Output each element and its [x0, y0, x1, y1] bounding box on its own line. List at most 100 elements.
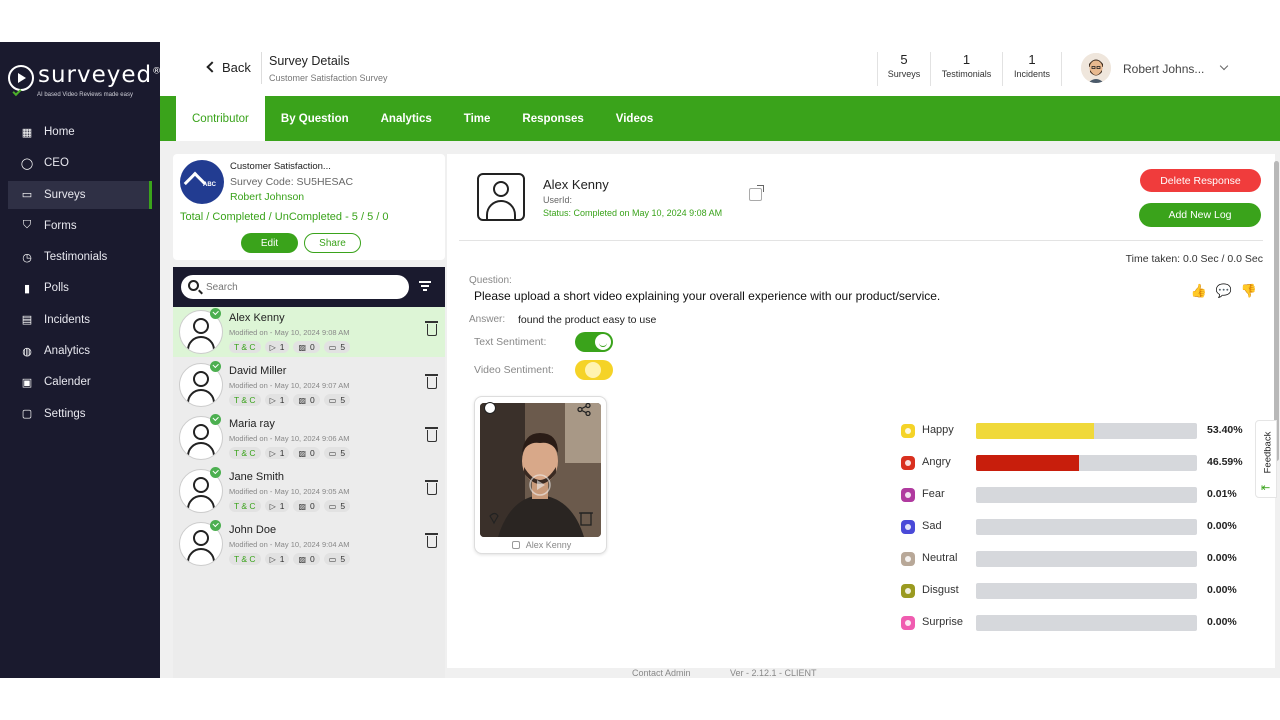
image-count-badge: ▨ 0 [293, 447, 320, 459]
comment-icon[interactable]: 💬 [1214, 281, 1234, 301]
sidebar-item-label: Analytics [44, 345, 91, 358]
survey-code: Survey Code: SU5HESAC [230, 176, 354, 188]
sidebar-item-label: Home [44, 126, 75, 138]
comment-icon: ▭ [328, 395, 337, 405]
contributor-modified: Modified on - May 10, 2024 9:07 AM [229, 381, 350, 390]
settings-icon: ▢ [21, 408, 33, 421]
search-input[interactable] [206, 279, 401, 295]
angry-emotion-icon [901, 456, 915, 470]
video-count: 1 [279, 554, 285, 564]
video-thumbnail[interactable] [480, 403, 601, 537]
contributor-row[interactable]: David Miller Modified on - May 10, 2024 9… [173, 360, 445, 410]
question-label: Question: [469, 275, 512, 286]
sidebar-item-surveys[interactable]: ▭ Surveys [8, 180, 152, 209]
contributor-tags: T & C ▷ 1 ▨ 0 ▭ 5 [229, 341, 351, 353]
emotion-label: Happy [922, 424, 954, 436]
filter-icon[interactable] [419, 281, 431, 291]
delete-icon[interactable] [425, 374, 438, 389]
sidebar-item-calender[interactable]: ▣ Calender [8, 368, 152, 396]
home-icon: ▦ [21, 126, 33, 139]
incidents-icon: ▤ [21, 314, 33, 327]
contact-admin-link[interactable]: Contact Admin [632, 668, 691, 678]
image-icon: ▨ [298, 395, 307, 405]
sidebar-item-polls[interactable]: ▮ Polls [8, 274, 152, 302]
delete-icon[interactable] [425, 533, 438, 548]
share-icon[interactable] [577, 402, 591, 417]
sidebar-item-label: Polls [44, 282, 69, 295]
sidebar-item-testimonials[interactable]: ◷ Testimonials [8, 243, 152, 271]
share-button[interactable]: Share [304, 233, 361, 253]
feedback-label: Feedback [1262, 431, 1274, 474]
contributor-modified: Modified on - May 10, 2024 9:05 AM [229, 487, 350, 496]
contributor-row[interactable]: Maria ray Modified on - May 10, 2024 9:06… [173, 413, 445, 463]
emotion-bar [976, 455, 1197, 471]
video-count: 1 [279, 448, 285, 458]
contributor-tags: T & C ▷ 1 ▨ 0 ▭ 5 [229, 394, 351, 406]
thumbs-down-icon[interactable]: 👎 [1239, 281, 1259, 301]
tab-by-question[interactable]: By Question [265, 96, 365, 141]
video-count-badge: ▷ 1 [264, 341, 290, 353]
scrollbar[interactable] [1274, 161, 1279, 461]
video-card[interactable]: Alex Kenny [474, 396, 607, 554]
company-logo: ABC [180, 160, 224, 204]
stat-surveys[interactable]: 5 Surveys [877, 52, 930, 86]
video-count: 1 [279, 342, 285, 352]
tab-time[interactable]: Time [448, 96, 507, 141]
feedback-tab[interactable]: Feedback ⇤ [1255, 420, 1277, 498]
stat-incidents[interactable]: 1 Incidents [1002, 52, 1062, 86]
delete-icon[interactable] [425, 480, 438, 495]
contributor-row[interactable]: Alex Kenny Modified on - May 10, 2024 9:0… [173, 307, 445, 357]
sidebar-item-analytics[interactable]: ◍ Analytics [8, 337, 152, 365]
sidebar-item-incidents[interactable]: ▤ Incidents [8, 306, 152, 334]
chevron-down-icon[interactable] [1219, 61, 1229, 71]
emotion-bar [976, 423, 1197, 439]
sidebar-item-ceo[interactable]: ◯ CEO [8, 149, 152, 177]
user-placeholder-icon [477, 173, 525, 221]
external-link-icon[interactable] [749, 185, 764, 201]
video-count-badge: ▷ 1 [264, 447, 290, 459]
comment-icon: ▭ [328, 342, 337, 352]
image-count-badge: ▨ 0 [293, 500, 320, 512]
tab-contributor[interactable]: Contributor [176, 96, 265, 141]
user-avatar[interactable] [1081, 53, 1111, 83]
delete-response-button[interactable]: Delete Response [1140, 169, 1261, 192]
tab-videos[interactable]: Videos [600, 96, 670, 141]
contributor-tags: T & C ▷ 1 ▨ 0 ▭ 5 [229, 553, 351, 565]
stat-incidents-count: 1 [1028, 52, 1036, 67]
add-new-log-button[interactable]: Add New Log [1139, 203, 1261, 227]
emotion-label: Disgust [922, 584, 959, 596]
contributor-name: Maria ray [229, 418, 275, 430]
edit-button[interactable]: Edit [241, 233, 298, 253]
back-button[interactable]: Back [206, 60, 251, 75]
tc-badge: T & C [229, 447, 261, 459]
image-count-badge: ▨ 0 [293, 553, 320, 565]
search-box[interactable] [181, 275, 409, 299]
sidebar-item-forms[interactable]: ⛉ Forms [8, 212, 152, 240]
select-radio[interactable] [484, 402, 496, 414]
tc-badge: T & C [229, 394, 261, 406]
delete-icon[interactable] [425, 321, 438, 336]
survey-owner: Robert Johnson [230, 191, 305, 203]
thumbs-up-icon[interactable]: 👍 [1189, 281, 1209, 301]
page-title: Survey Details [269, 54, 350, 68]
chevron-left-icon [206, 61, 218, 73]
collapse-left-icon: ⇤ [1261, 482, 1271, 494]
emotion-row-sad: Sad 0.00% [901, 518, 1261, 536]
tab-analytics[interactable]: Analytics [365, 96, 448, 141]
contributor-modified: Modified on - May 10, 2024 9:04 AM [229, 540, 350, 549]
contributor-row[interactable]: John Doe Modified on - May 10, 2024 9:04 … [173, 519, 445, 569]
delete-icon[interactable] [425, 427, 438, 442]
sidebar-item-home[interactable]: ▦ Home [8, 118, 152, 146]
sidebar-item-settings[interactable]: ▢ Settings [8, 400, 152, 428]
completed-check-icon [210, 361, 221, 372]
back-label: Back [222, 60, 251, 75]
stat-testimonials-label: Testimonials [941, 69, 992, 79]
stat-testimonials[interactable]: 1 Testimonials [930, 52, 1002, 86]
tab-responses[interactable]: Responses [506, 96, 599, 141]
user-name[interactable]: Robert Johns... [1123, 62, 1204, 76]
sad-emotion-icon [901, 520, 915, 534]
calendar-icon: ▣ [21, 376, 33, 389]
emotion-row-surprise: Surprise 0.00% [901, 614, 1261, 632]
app-logo[interactable]: surveyed® AI based Video Reviews made ea… [8, 62, 161, 106]
contributor-row[interactable]: Jane Smith Modified on - May 10, 2024 9:0… [173, 466, 445, 516]
